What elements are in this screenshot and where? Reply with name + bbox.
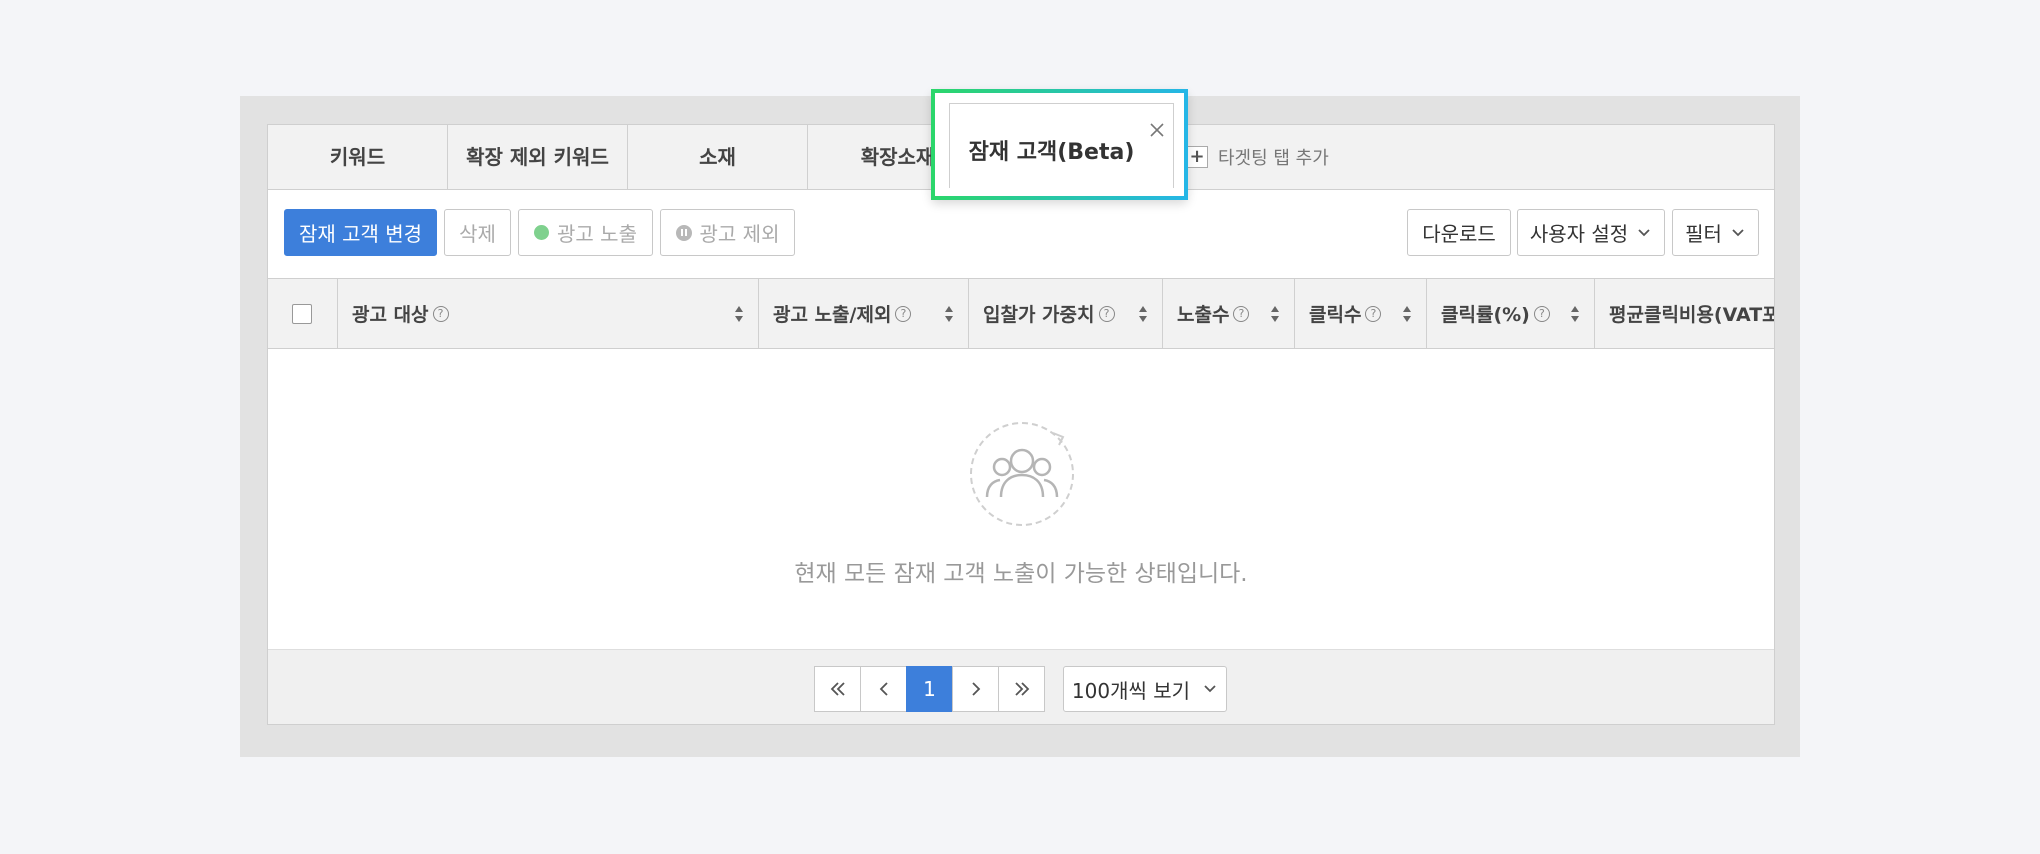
sort-icon[interactable]: [1402, 305, 1412, 323]
chevron-down-icon: [1204, 685, 1216, 693]
targeting-panel: 키워드 확장 제외 키워드 소재 확장소재 + 타겟팅 탭 추가 잠재 고객 변…: [267, 124, 1775, 725]
column-impressions[interactable]: 노출수?: [1163, 279, 1295, 348]
expose-ad-button[interactable]: 광고 노출: [518, 209, 653, 256]
pagination: 1: [814, 666, 1045, 712]
table-body-empty: 현재 모든 잠재 고객 노출이 가능한 상태입니다.: [268, 349, 1774, 649]
table-header: 광고 대상? 광고 노출/제외? 입찰가 가중치? 노출수? 클릭수? 클릭률(…: [268, 278, 1774, 349]
page-button-current[interactable]: 1: [906, 666, 953, 712]
sort-icon[interactable]: [734, 305, 744, 323]
select-all-checkbox[interactable]: [292, 303, 312, 324]
play-dot-icon: [534, 225, 550, 240]
double-chevron-left-icon: [830, 682, 845, 696]
help-icon[interactable]: ?: [1233, 305, 1250, 322]
chevron-down-icon: [1732, 228, 1744, 236]
add-tab-label: 타겟팅 탭 추가: [1218, 148, 1329, 169]
help-icon[interactable]: ?: [1365, 305, 1382, 322]
delete-button[interactable]: 삭제: [444, 209, 511, 256]
tab-potential-audience-label: 잠재 고객(Beta): [968, 140, 1135, 165]
pagination-bar: 1 100개씩 보기: [268, 649, 1774, 724]
audience-group-icon: [970, 422, 1074, 526]
chevron-down-icon: [1638, 228, 1650, 236]
prev-page-button[interactable]: [860, 666, 907, 712]
sort-icon[interactable]: [1138, 305, 1148, 323]
first-page-button[interactable]: [814, 666, 861, 712]
next-page-button[interactable]: [952, 666, 999, 712]
close-icon[interactable]: [1149, 122, 1165, 138]
pause-icon: [675, 224, 692, 241]
tab-excluded-keyword[interactable]: 확장 제외 키워드: [448, 125, 628, 189]
add-targeting-tab[interactable]: + 타겟팅 탭 추가: [1186, 125, 1329, 189]
filter-dropdown[interactable]: 필터: [1672, 209, 1759, 256]
highlighted-tab-callout: 잠재 고객(Beta): [931, 89, 1188, 200]
chevron-left-icon: [879, 682, 888, 696]
tab-creative[interactable]: 소재: [628, 125, 808, 189]
help-icon[interactable]: ?: [432, 305, 449, 322]
column-bid-weight[interactable]: 입찰가 가중치?: [969, 279, 1163, 348]
download-button[interactable]: 다운로드: [1407, 209, 1511, 256]
tab-keyword[interactable]: 키워드: [268, 125, 448, 189]
column-ad-expose-exclude[interactable]: 광고 노출/제외?: [759, 279, 969, 348]
per-page-select[interactable]: 100개씩 보기: [1063, 666, 1227, 712]
user-settings-dropdown[interactable]: 사용자 설정: [1517, 209, 1665, 256]
exclude-ad-button[interactable]: 광고 제외: [660, 209, 795, 256]
select-all-cell: [268, 279, 338, 348]
column-clicks[interactable]: 클릭수?: [1295, 279, 1427, 348]
help-icon[interactable]: ?: [1533, 305, 1550, 322]
chevron-right-icon: [971, 682, 980, 696]
sort-icon[interactable]: [1570, 305, 1580, 323]
tab-potential-audience[interactable]: 잠재 고객(Beta): [949, 103, 1174, 188]
double-chevron-right-icon: [1014, 682, 1029, 696]
sort-icon[interactable]: [1270, 305, 1280, 323]
help-icon[interactable]: ?: [895, 305, 912, 322]
last-page-button[interactable]: [998, 666, 1045, 712]
toolbar: 잠재 고객 변경 삭제 광고 노출 광고 제외 다운로드 사용자 설정 필터: [268, 190, 1774, 278]
change-audience-button[interactable]: 잠재 고객 변경: [284, 209, 437, 256]
plus-icon: +: [1186, 146, 1208, 168]
empty-state-message: 현재 모든 잠재 고객 노출이 가능한 상태입니다.: [794, 561, 1248, 587]
column-ctr[interactable]: 클릭률(%)?: [1427, 279, 1595, 348]
column-ad-target[interactable]: 광고 대상?: [338, 279, 759, 348]
help-icon[interactable]: ?: [1098, 305, 1115, 322]
column-avg-cpc[interactable]: 평균클릭비용(VAT포함: [1595, 279, 1774, 348]
sort-icon[interactable]: [944, 305, 954, 323]
